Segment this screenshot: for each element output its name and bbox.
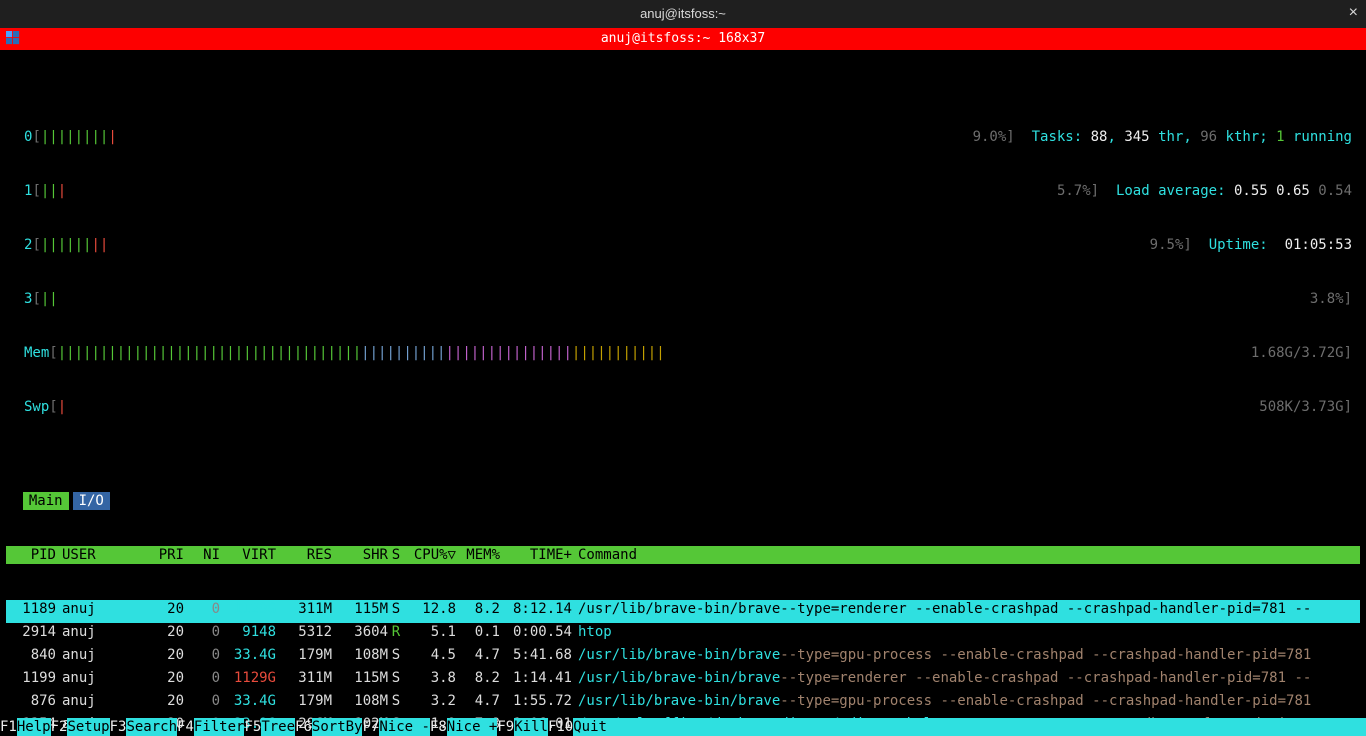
col-pri[interactable]: PRI bbox=[148, 546, 184, 564]
fkey-bar: F1Help F2Setup F3SearchF4FilterF5Tree F6… bbox=[0, 718, 1366, 736]
terminal-dim-text: anuj@itsfoss:~ 168x37 bbox=[601, 30, 765, 48]
col-virt[interactable]: VIRT bbox=[220, 546, 276, 564]
tasks-label: Tasks: bbox=[1032, 129, 1083, 145]
fkey-f8[interactable]: F8 bbox=[430, 718, 447, 736]
tab-io[interactable]: I/O bbox=[73, 492, 110, 510]
fkey-label-f1[interactable]: Help bbox=[17, 718, 51, 736]
fkey-label-f4[interactable]: Filter bbox=[194, 718, 245, 736]
process-list[interactable]: 1189anuj2001129G311M115MS12.88.28:12.14/… bbox=[6, 600, 1360, 736]
load-label: Load average: bbox=[1116, 183, 1226, 199]
col-cmd[interactable]: Command bbox=[572, 546, 1312, 564]
app-icon bbox=[6, 31, 20, 45]
fkey-f7[interactable]: F7 bbox=[362, 718, 379, 736]
fkey-label-f5[interactable]: Tree bbox=[261, 718, 295, 736]
fkey-f2[interactable]: F2 bbox=[51, 718, 68, 736]
fkey-label-f10[interactable]: Quit bbox=[573, 718, 607, 736]
uptime-label: Uptime: bbox=[1209, 237, 1268, 253]
col-ni[interactable]: NI bbox=[184, 546, 220, 564]
tab-main[interactable]: Main bbox=[23, 492, 69, 510]
fkey-f5[interactable]: F5 bbox=[244, 718, 261, 736]
fkey-label-f3[interactable]: Search bbox=[126, 718, 177, 736]
cpu0-pct: 9.0% bbox=[973, 129, 1007, 145]
col-mem[interactable]: MEM% bbox=[456, 546, 500, 564]
col-time[interactable]: TIME+ bbox=[500, 546, 572, 564]
col-res[interactable]: RES bbox=[276, 546, 332, 564]
table-row[interactable]: 2914anuj200914853123604R5.10.10:00.54hto… bbox=[6, 623, 1360, 646]
col-user[interactable]: USER bbox=[56, 546, 148, 564]
col-s[interactable]: S bbox=[388, 546, 404, 564]
mem-text: 1.68G/3.72G bbox=[1251, 345, 1344, 361]
table-row[interactable]: 840anuj20033.4G179M108MS4.54.75:41.68/us… bbox=[6, 646, 1360, 669]
close-icon[interactable]: × bbox=[1349, 4, 1358, 22]
swp-text: 508K/3.73G bbox=[1259, 399, 1343, 415]
fkey-label-f2[interactable]: Setup bbox=[67, 718, 109, 736]
window-titlebar: anuj@itsfoss:~ × bbox=[0, 0, 1366, 28]
window-title: anuj@itsfoss:~ bbox=[640, 5, 726, 23]
process-header[interactable]: PID USER PRI NI VIRT RES SHR S CPU%▽ MEM… bbox=[6, 546, 1360, 564]
fkey-label-f9[interactable]: Kill bbox=[514, 718, 548, 736]
fkey-f9[interactable]: F9 bbox=[497, 718, 514, 736]
table-row[interactable]: 1199anuj2001129G311M115MS3.88.21:14.41/u… bbox=[6, 669, 1360, 692]
fkey-label-f8[interactable]: Nice + bbox=[447, 718, 498, 736]
fkey-label-f6[interactable]: SortBy bbox=[312, 718, 363, 736]
table-row[interactable]: 1189anuj2001129G311M115MS12.88.28:12.14/… bbox=[6, 600, 1360, 623]
fkey-f6[interactable]: F6 bbox=[295, 718, 312, 736]
meters-block: 0[||||||||| 9.0%] Tasks: 88, 345 thr, 96… bbox=[24, 92, 1360, 434]
col-cpu[interactable]: CPU%▽ bbox=[404, 546, 456, 564]
fkey-f10[interactable]: F10 bbox=[548, 718, 573, 736]
fkey-f3[interactable]: F3 bbox=[110, 718, 127, 736]
fkey-label-f7[interactable]: Nice - bbox=[379, 718, 430, 736]
table-row[interactable]: 876anuj20033.4G179M108MS3.24.71:55.72/us… bbox=[6, 692, 1360, 715]
fkey-f1[interactable]: F1 bbox=[0, 718, 17, 736]
col-pid[interactable]: PID bbox=[6, 546, 56, 564]
mem-label: Mem bbox=[24, 345, 49, 361]
terminal-dim-bar: anuj@itsfoss:~ 168x37 bbox=[0, 28, 1366, 50]
fkey-f4[interactable]: F4 bbox=[177, 718, 194, 736]
swp-label: Swp bbox=[24, 399, 49, 415]
col-shr[interactable]: SHR bbox=[332, 546, 388, 564]
